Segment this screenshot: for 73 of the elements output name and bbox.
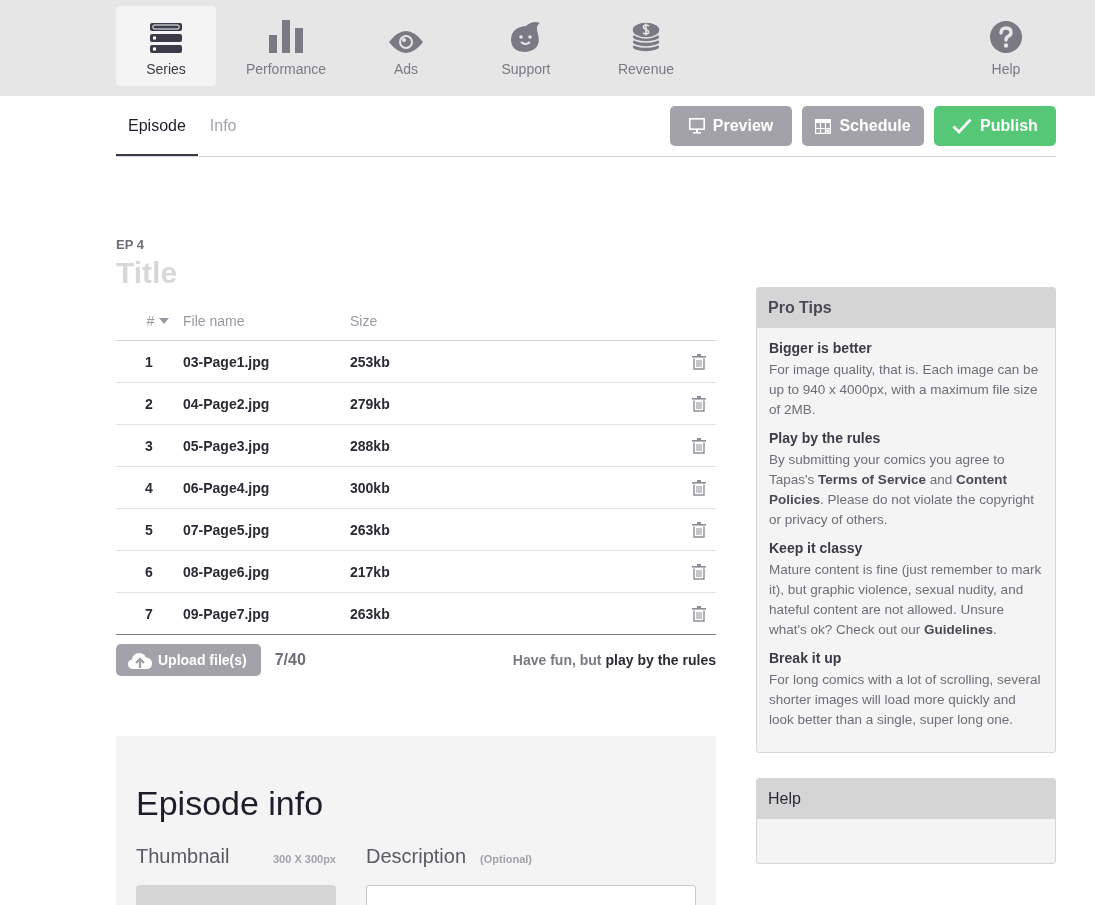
coin-stack-icon	[631, 21, 661, 53]
tip-text: By submitting your comics you agree to Tapas's Terms of Service and Content Policies. Please do not violate the copyright or privacy of others.	[769, 451, 1035, 529]
preview-button[interactable]: Preview	[670, 106, 792, 146]
caret-icon	[159, 318, 170, 324]
calendar-grid-icon	[815, 118, 832, 134]
panel-title: Help	[768, 790, 801, 808]
trash-icon[interactable]	[692, 480, 706, 497]
tip-heading: Keep it classy	[769, 540, 864, 556]
nav-item[interactable]: Help	[956, 6, 1056, 86]
trash-icon[interactable]	[692, 522, 706, 539]
bar-chart-icon	[269, 20, 303, 53]
table-cell: 217kb	[350, 563, 390, 580]
eye-icon	[389, 31, 423, 53]
table-cell: 4	[145, 479, 153, 496]
table-cell: 05-Page3.jpg	[183, 437, 270, 454]
monitor-icon	[688, 118, 705, 134]
column-header: Size	[350, 313, 378, 329]
table-cell: 1	[145, 353, 153, 370]
tip-text: For image quality, that is. Each image can be up to 940 x 4000px, with a maximum file size of 2MB.	[769, 361, 1040, 419]
table-cell: 08-Page6.jpg	[183, 563, 270, 580]
publish-button[interactable]: Publish	[934, 106, 1056, 146]
table-cell: 5	[145, 521, 153, 538]
rules-note: Have fun, but	[512, 652, 602, 668]
table-cell: 253kb	[350, 353, 390, 370]
table-cell: 263kb	[350, 521, 390, 538]
tip-text: Mature content is fine (just remember to mark it), but graphic violence, sexual nudity, and hateful content are not allowed. Unsure what's ok? Check out our Guidelines.	[769, 561, 1043, 639]
column-header[interactable]: #	[128, 313, 170, 329]
nav-item[interactable]: Ads	[356, 6, 456, 86]
table-cell: 7	[145, 605, 153, 622]
field-label: Thumbnail	[136, 845, 230, 868]
table-cell: 288kb	[350, 437, 390, 454]
trash-icon[interactable]	[692, 354, 706, 371]
table-cell: 06-Page4.jpg	[183, 479, 270, 496]
nav-item[interactable]: Support	[476, 6, 576, 86]
tip-heading: Play by the rules	[769, 430, 882, 446]
table-cell: 263kb	[350, 605, 390, 622]
panel-title: Pro Tips	[768, 299, 832, 317]
tab[interactable]: Episode	[116, 96, 198, 156]
schedule-button[interactable]: Schedule	[802, 106, 924, 146]
nav-item[interactable]: Performance	[236, 6, 336, 86]
tip-text: For long comics with a lot of scrolling, several shorter images will load more quickly and look better than a single, super long one.	[769, 671, 1042, 729]
cloud-upload-icon	[128, 651, 152, 669]
tip-heading: Bigger is better	[769, 340, 873, 356]
table-cell: 300kb	[350, 479, 390, 496]
episode-number: EP 4	[116, 237, 145, 252]
file-count: 7/40	[274, 651, 306, 669]
nav-item[interactable]: Revenue	[596, 6, 696, 86]
list-icon	[150, 23, 182, 53]
table-cell: 07-Page5.jpg	[183, 521, 270, 538]
section-title: Episode info	[136, 784, 325, 823]
tab[interactable]: Info	[197, 96, 249, 156]
table-cell: 2	[145, 395, 153, 412]
trash-icon[interactable]	[692, 564, 706, 581]
check-icon	[952, 118, 973, 134]
table-cell: 03-Page1.jpg	[183, 353, 270, 370]
upload-button[interactable]: Upload file(s)	[116, 644, 261, 676]
trash-icon[interactable]	[692, 396, 706, 413]
optional-hint: (Optional)	[480, 853, 532, 865]
table-cell: 09-Page7.jpg	[183, 605, 270, 622]
trash-icon[interactable]	[692, 606, 706, 623]
table-cell: 3	[145, 437, 153, 454]
rules-link[interactable]: play by the rules	[605, 652, 716, 668]
table-cell: 6	[145, 563, 153, 580]
tip-heading: Break it up	[769, 650, 843, 666]
field-label: Description	[366, 845, 467, 868]
size-hint: 300 X 300px	[273, 853, 336, 865]
table-cell: 279kb	[350, 395, 390, 412]
help-icon	[990, 21, 1022, 53]
table-cell: 04-Page2.jpg	[183, 395, 270, 412]
smiling-drop-icon	[511, 22, 541, 53]
column-header: File name	[183, 313, 245, 329]
trash-icon[interactable]	[692, 438, 706, 455]
nav-item[interactable]: Series	[116, 6, 216, 86]
